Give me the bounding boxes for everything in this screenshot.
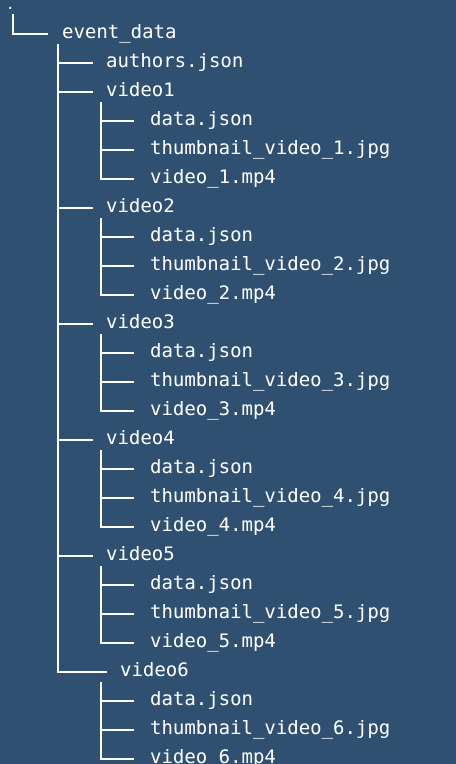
file-data-json[interactable]: data.json [150, 688, 253, 710]
folder-video5[interactable]: video5 [106, 543, 175, 565]
connector-horizontal [100, 381, 134, 383]
file-thumbnail_video_4-jpg[interactable]: thumbnail_video_4.jpg [150, 485, 390, 507]
connector-horizontal [57, 91, 93, 93]
connector-horizontal [100, 178, 134, 180]
connector-horizontal [100, 526, 134, 528]
file-thumbnail_video_1-jpg[interactable]: thumbnail_video_1.jpg [150, 137, 390, 159]
connector-vertical [100, 566, 102, 643]
connector-horizontal [100, 729, 134, 731]
connector-horizontal [100, 265, 134, 267]
connector-horizontal [100, 497, 134, 499]
file-video_3-mp4[interactable]: video_3.mp4 [150, 398, 276, 420]
connector-horizontal [12, 33, 48, 35]
connector-vertical [100, 682, 102, 759]
file-thumbnail_video_5-jpg[interactable]: thumbnail_video_5.jpg [150, 601, 390, 623]
connector-horizontal [100, 410, 134, 412]
connector-horizontal [100, 642, 134, 644]
file-data-json[interactable]: data.json [150, 340, 253, 362]
file-data-json[interactable]: data.json [150, 108, 253, 130]
connector-horizontal [100, 149, 134, 151]
connector-horizontal [100, 584, 134, 586]
connector-vertical [100, 102, 102, 179]
connector-horizontal [100, 700, 134, 702]
file-thumbnail_video_6-jpg[interactable]: thumbnail_video_6.jpg [150, 717, 390, 739]
file-data-json[interactable]: data.json [150, 224, 253, 246]
connector-vertical [57, 44, 59, 672]
connector-horizontal [100, 468, 134, 470]
connector-horizontal [100, 294, 134, 296]
connector-horizontal [100, 758, 134, 760]
folder-video6[interactable]: video6 [120, 659, 189, 681]
root-dot: . [6, 0, 15, 13]
connector-horizontal [57, 555, 93, 557]
file-thumbnail_video_3-jpg[interactable]: thumbnail_video_3.jpg [150, 369, 390, 391]
connector-horizontal [100, 352, 134, 354]
connector-vertical [100, 334, 102, 411]
connector-horizontal [57, 62, 93, 64]
file-thumbnail_video_2-jpg[interactable]: thumbnail_video_2.jpg [150, 253, 390, 275]
file-tree: . event_data authors.json video1 data.json t… [0, 0, 456, 764]
folder-video2[interactable]: video2 [106, 195, 175, 217]
file-data-json[interactable]: data.json [150, 572, 253, 594]
file-video_2-mp4[interactable]: video_2.mp4 [150, 282, 276, 304]
connector-horizontal [57, 671, 107, 673]
file-video_1-mp4[interactable]: video_1.mp4 [150, 166, 276, 188]
folder-video3[interactable]: video3 [106, 311, 175, 333]
connector-horizontal [100, 120, 134, 122]
file-data-json[interactable]: data.json [150, 456, 253, 478]
file-video_4-mp4[interactable]: video_4.mp4 [150, 514, 276, 536]
folder-event-data[interactable]: event_data [62, 21, 176, 43]
connector-vertical [100, 450, 102, 527]
file-video_5-mp4[interactable]: video_5.mp4 [150, 630, 276, 652]
connector-horizontal [100, 613, 134, 615]
connector-horizontal [57, 207, 93, 209]
connector-horizontal [57, 439, 93, 441]
file-video_6-mp4[interactable]: video_6.mp4 [150, 746, 276, 764]
connector-horizontal [57, 323, 93, 325]
connector-horizontal [100, 236, 134, 238]
folder-video4[interactable]: video4 [106, 427, 175, 449]
connector-vertical [100, 218, 102, 295]
file-authors-json[interactable]: authors.json [106, 50, 243, 72]
connector-vertical [12, 14, 14, 34]
folder-video1[interactable]: video1 [106, 79, 175, 101]
